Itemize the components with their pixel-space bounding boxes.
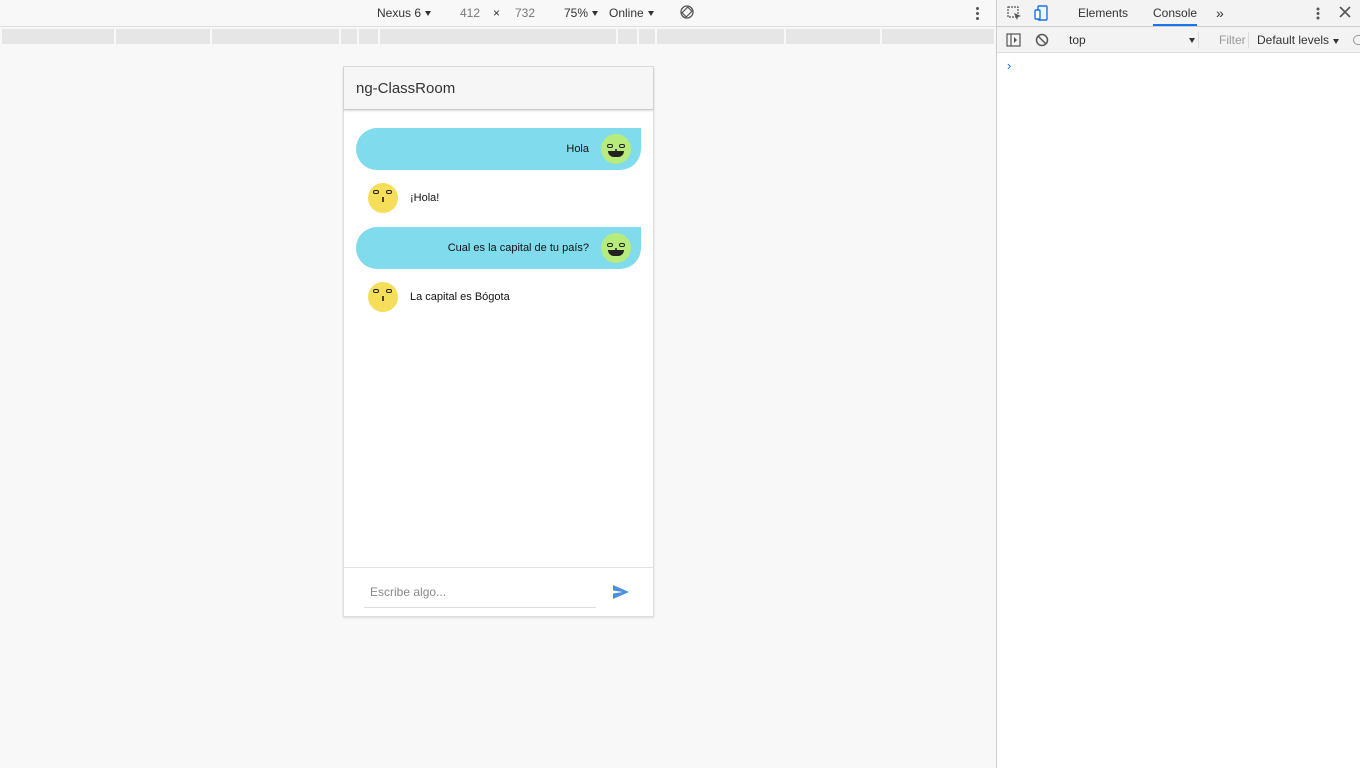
tab-elements[interactable]: Elements <box>1078 6 1128 20</box>
media-query-segment[interactable] <box>359 29 378 44</box>
device-toolbar: Nexus 6 412 × 732 75% Online <box>0 0 996 27</box>
message-text: Cual es la capital de tu país? <box>447 242 589 254</box>
media-query-segment[interactable] <box>618 29 637 44</box>
chevron-down-icon <box>1333 39 1340 44</box>
height-input[interactable]: 732 <box>515 6 535 20</box>
sidebar-toggle-icon[interactable] <box>1006 33 1021 50</box>
devtools-tabbar: Elements Console » <box>997 0 1360 27</box>
settings-gear-icon[interactable] <box>1353 35 1360 45</box>
context-value: top <box>1069 33 1086 47</box>
app-title: ng-ClassRoom <box>356 80 456 97</box>
media-query-segment[interactable] <box>116 29 210 44</box>
message-text: ¡Hola! <box>410 192 440 204</box>
message-input[interactable] <box>364 576 596 607</box>
media-query-bar[interactable] <box>0 29 996 44</box>
outgoing-message: Hola <box>356 128 641 170</box>
phone-screen: ng-ClassRoom Hola ¡Hola! Cual es la capi… <box>343 66 654 617</box>
log-levels-select[interactable]: Default levels <box>1257 33 1340 47</box>
chevron-down-icon <box>592 10 599 16</box>
dimension-separator: × <box>493 6 501 20</box>
close-icon[interactable] <box>1339 6 1351 21</box>
avatar <box>601 233 631 263</box>
media-query-segment[interactable] <box>882 29 994 44</box>
rotate-icon[interactable] <box>680 5 694 19</box>
media-query-segment[interactable] <box>2 29 114 44</box>
incoming-message: ¡Hola! <box>368 183 439 213</box>
device-viewport: Nexus 6 412 × 732 75% Online ng-ClassRoo… <box>0 0 996 768</box>
incoming-message: La capital es Bógota <box>368 282 510 312</box>
media-query-segment[interactable] <box>380 29 616 44</box>
inspect-element-icon[interactable] <box>1007 6 1022 24</box>
zoom-value: 75% <box>564 6 589 20</box>
device-name: Nexus 6 <box>377 6 422 20</box>
media-query-segment[interactable] <box>657 29 784 44</box>
send-button[interactable] <box>612 584 630 600</box>
more-tabs-icon[interactable]: » <box>1216 5 1224 21</box>
devtools-menu-icon[interactable] <box>1316 7 1320 23</box>
media-query-segment[interactable] <box>786 29 880 44</box>
context-select[interactable]: top <box>1061 32 1199 48</box>
more-options-icon[interactable] <box>976 7 979 22</box>
device-toggle-icon[interactable] <box>1034 5 1049 24</box>
message-input-wrapper <box>364 576 596 608</box>
console-toolbar: top Filter Default levels <box>997 27 1360 53</box>
chevron-down-icon <box>647 10 654 16</box>
clear-console-icon[interactable] <box>1035 33 1049 50</box>
width-input[interactable]: 412 <box>460 6 480 20</box>
avatar <box>368 183 398 213</box>
zoom-select[interactable]: 75% <box>564 6 599 20</box>
media-query-segment[interactable] <box>639 29 655 44</box>
tab-console[interactable]: Console <box>1153 6 1198 26</box>
message-text: La capital es Bógota <box>410 291 510 303</box>
media-query-segment[interactable] <box>212 29 339 44</box>
avatar <box>368 282 398 312</box>
composer <box>344 567 653 616</box>
network-select[interactable]: Online <box>609 6 654 20</box>
outgoing-message: Cual es la capital de tu país? <box>356 227 641 269</box>
app-header: ng-ClassRoom <box>344 67 653 110</box>
send-icon <box>613 585 629 599</box>
console-prompt[interactable]: › <box>1007 58 1011 73</box>
chevron-down-icon <box>1189 38 1195 43</box>
message-list: Hola ¡Hola! Cual es la capital de tu paí… <box>344 110 653 567</box>
message-text: Hola <box>566 143 589 155</box>
chevron-down-icon <box>425 10 432 16</box>
media-query-segment[interactable] <box>341 29 357 44</box>
avatar <box>601 134 631 164</box>
console-filter-input[interactable]: Filter <box>1211 32 1249 48</box>
network-value: Online <box>609 6 644 20</box>
device-select[interactable]: Nexus 6 <box>377 6 432 20</box>
devtools-panel: Elements Console » top Filter Default le… <box>996 0 1360 768</box>
log-levels-value: Default levels <box>1257 33 1330 47</box>
